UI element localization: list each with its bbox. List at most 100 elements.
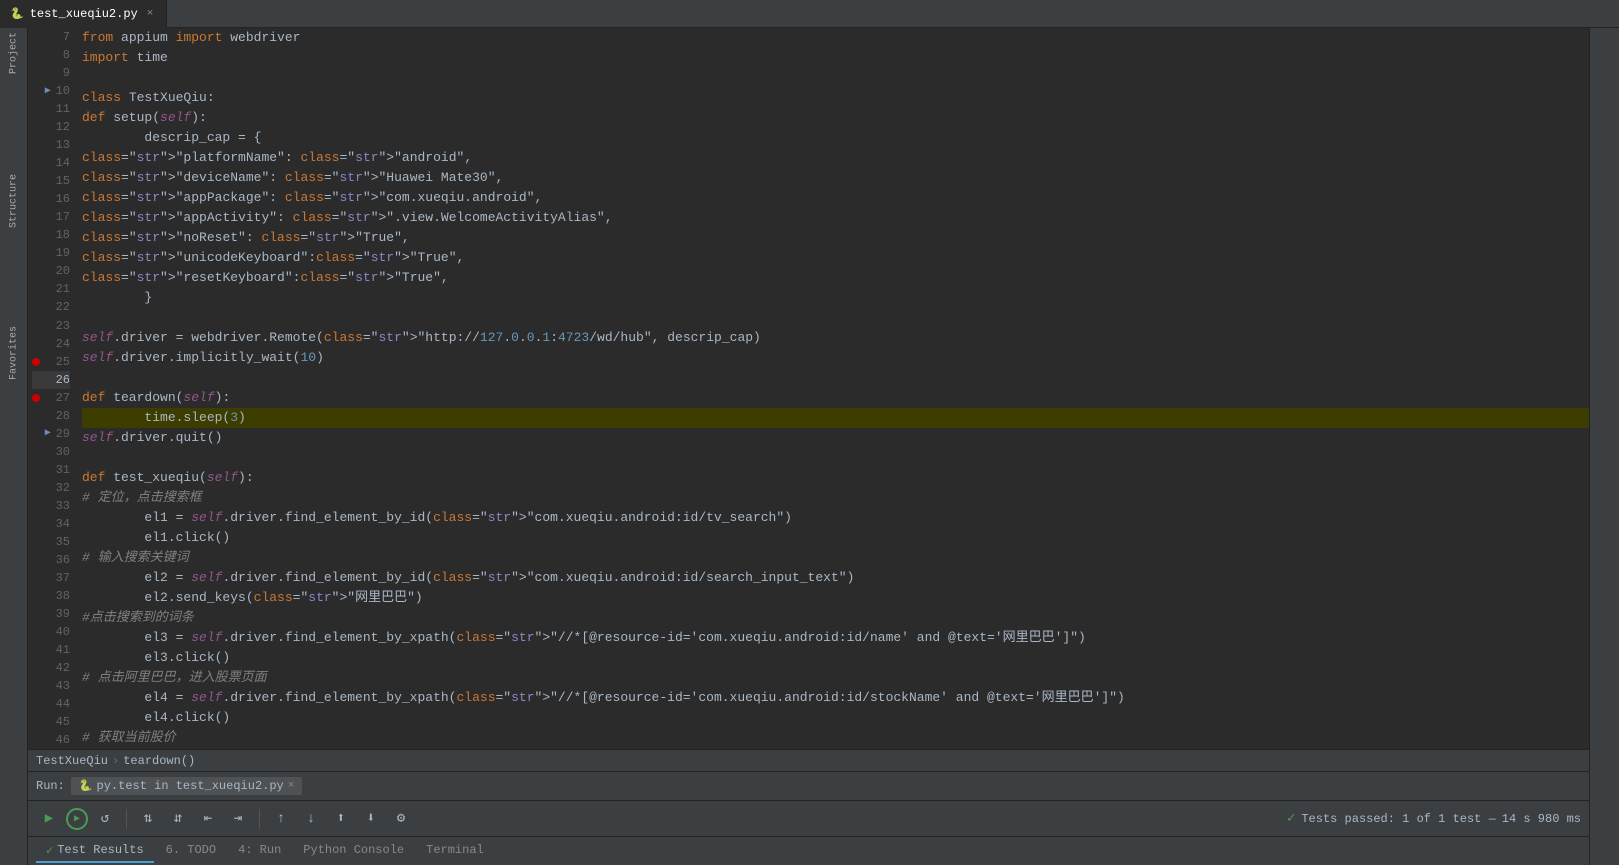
prev-fail-button[interactable]: ↑: [268, 806, 294, 832]
run-tab-python-icon: 🐍: [79, 779, 93, 793]
breakpoint-40[interactable]: [32, 628, 40, 636]
main-area: Project Structure Favorites 789▶10111213…: [0, 28, 1619, 865]
breakpoint-21[interactable]: [32, 285, 40, 293]
structure-icon[interactable]: Structure: [3, 174, 25, 244]
tab-filename: test_xueqiu2.py: [30, 7, 138, 21]
breakpoint-24[interactable]: [32, 340, 40, 348]
run-tab[interactable]: 🐍 py.test in test_xueqiu2.py ×: [71, 777, 303, 795]
breakpoint-14[interactable]: [32, 159, 40, 167]
breakpoint-25[interactable]: [32, 358, 40, 366]
breakpoint-26[interactable]: [32, 376, 40, 384]
code-line-14: class="str">"deviceName": class="str">"H…: [82, 168, 1589, 188]
line-number-16: 16: [32, 190, 70, 208]
code-line-7: from appium import webdriver: [82, 28, 1589, 48]
sort-desc-button[interactable]: ⇵: [165, 806, 191, 832]
code-line-37: el3 = self.driver.find_element_by_xpath(…: [82, 628, 1589, 648]
breakpoint-39[interactable]: [32, 610, 40, 618]
code-container[interactable]: 789▶101112131415161718192021222324252627…: [28, 28, 1589, 749]
test-results-label: Test Results: [57, 843, 143, 857]
line-number-12: 12: [32, 118, 70, 136]
breakpoint-30[interactable]: [32, 448, 40, 456]
breakpoint-29[interactable]: [32, 430, 40, 438]
breakpoint-10[interactable]: [32, 87, 40, 95]
breakpoint-44[interactable]: [32, 700, 40, 708]
breakpoint-37[interactable]: [32, 574, 40, 582]
run-label: Run:: [36, 779, 65, 793]
breakpoint-28[interactable]: [32, 412, 40, 420]
python-file-icon: 🐍: [10, 7, 24, 21]
breakpoint-12[interactable]: [32, 123, 40, 131]
breakpoint-36[interactable]: [32, 556, 40, 564]
favorites-icon[interactable]: Favorites: [3, 326, 25, 396]
fold-icon-10[interactable]: ▶: [44, 84, 52, 99]
breakpoint-38[interactable]: [32, 592, 40, 600]
breakpoint-8[interactable]: [37, 51, 45, 59]
breakpoint-46[interactable]: [32, 736, 40, 744]
code-line-32: el1.click(): [82, 528, 1589, 548]
python-console-label: Python Console: [303, 843, 404, 857]
line-number-22: 22: [32, 298, 70, 316]
export-button[interactable]: ⬆: [328, 806, 354, 832]
terminal-label: Terminal: [426, 843, 484, 857]
tab-run[interactable]: 4: Run: [228, 839, 291, 863]
breakpoint-31[interactable]: [32, 466, 40, 474]
status-check-icon: ✓: [1287, 810, 1295, 827]
breakpoint-45[interactable]: [32, 718, 40, 726]
sort-asc-button[interactable]: ⇅: [135, 806, 161, 832]
breadcrumb-class[interactable]: TestXueQiu: [36, 754, 108, 768]
line-number-23: 23: [32, 317, 70, 335]
line-number-40: 40: [32, 623, 70, 641]
line-number-36: 36: [32, 551, 70, 569]
code-line-40: el4 = self.driver.find_element_by_xpath(…: [82, 688, 1589, 708]
breakpoint-11[interactable]: [32, 105, 40, 113]
code-line-22: self.driver = webdriver.Remote(class="st…: [82, 328, 1589, 348]
code-line-16: class="str">"appActivity": class="str">"…: [82, 208, 1589, 228]
breakpoint-34[interactable]: [32, 520, 40, 528]
expand-all-button[interactable]: ⇥: [225, 806, 251, 832]
tab-todo[interactable]: 6. TODO: [156, 839, 226, 863]
line-number-31: 31: [32, 461, 70, 479]
breakpoint-43[interactable]: [32, 682, 40, 690]
breakpoint-19[interactable]: [32, 249, 40, 257]
run-button[interactable]: ▶: [36, 806, 62, 832]
breakpoint-18[interactable]: [32, 231, 40, 239]
breakpoint-23[interactable]: [32, 322, 40, 330]
breakpoint-9[interactable]: [37, 69, 45, 77]
breakpoint-35[interactable]: [32, 538, 40, 546]
breakpoint-22[interactable]: [32, 303, 40, 311]
fold-icon-29[interactable]: ▶: [44, 426, 52, 441]
breakpoint-42[interactable]: [32, 664, 40, 672]
line-number-11: 11: [32, 100, 70, 118]
test-results-check-icon: ✓: [46, 843, 53, 858]
breakpoint-7[interactable]: [37, 33, 45, 41]
breakpoint-17[interactable]: [32, 213, 40, 221]
breakpoint-32[interactable]: [32, 484, 40, 492]
toolbar-separator-2: [259, 809, 260, 829]
import-button[interactable]: ⬇: [358, 806, 384, 832]
project-icon[interactable]: Project: [3, 32, 25, 92]
tab-test-results[interactable]: ✓ Test Results: [36, 839, 154, 863]
breadcrumb-method[interactable]: teardown(): [123, 754, 195, 768]
breakpoint-33[interactable]: [32, 502, 40, 510]
breakpoint-15[interactable]: [32, 177, 40, 185]
tab-python-console[interactable]: Python Console: [293, 839, 414, 863]
run-tab-close[interactable]: ×: [288, 780, 295, 792]
code-line-25: def teardown(self):: [82, 388, 1589, 408]
code-lines[interactable]: from appium import webdriverimport time …: [78, 28, 1589, 749]
breakpoint-20[interactable]: [32, 267, 40, 275]
tab-close-button[interactable]: ×: [144, 7, 157, 21]
breakpoint-16[interactable]: [32, 195, 40, 203]
settings-button[interactable]: ⚙: [388, 806, 414, 832]
line-number-37: 37: [32, 569, 70, 587]
breakpoint-13[interactable]: [32, 141, 40, 149]
rerun-button[interactable]: ↺: [92, 806, 118, 832]
line-number-28: 28: [32, 407, 70, 425]
next-fail-button[interactable]: ↓: [298, 806, 324, 832]
file-tab[interactable]: 🐍 test_xueqiu2.py ×: [0, 0, 167, 28]
run-with-coverage-button[interactable]: ▶: [66, 808, 88, 830]
breakpoint-41[interactable]: [32, 646, 40, 654]
breakpoint-27[interactable]: [32, 394, 40, 402]
line-number-43: 43: [32, 677, 70, 695]
tab-terminal[interactable]: Terminal: [416, 839, 494, 863]
collapse-all-button[interactable]: ⇤: [195, 806, 221, 832]
